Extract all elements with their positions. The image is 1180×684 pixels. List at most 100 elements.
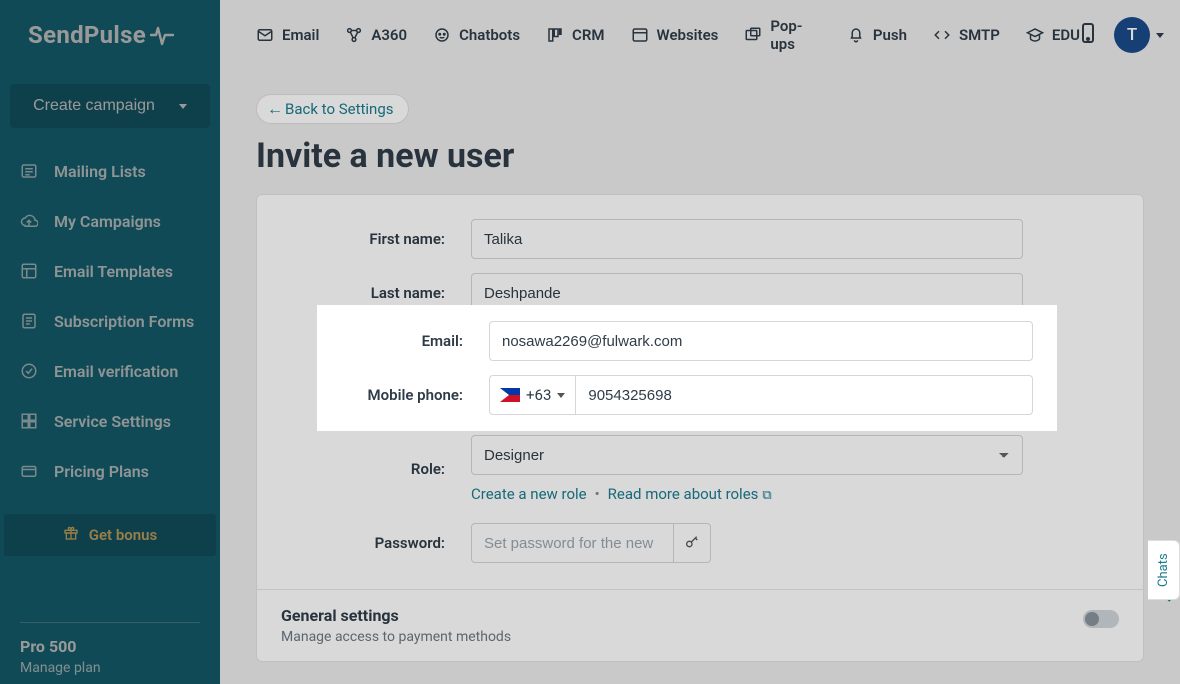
chatbot-icon xyxy=(433,26,451,44)
payment-access-toggle[interactable] xyxy=(1083,610,1119,628)
general-title: General settings xyxy=(281,606,511,625)
sidebar-item-label: Email Templates xyxy=(54,262,173,281)
sidebar-nav: Mailing Lists My Campaigns Email Templat… xyxy=(0,146,220,496)
first-name-label: First name: xyxy=(281,230,471,248)
gift-icon xyxy=(63,525,79,545)
nav-a360[interactable]: A360 xyxy=(345,26,407,44)
sidebar-item-mailing-lists[interactable]: Mailing Lists xyxy=(0,146,220,196)
template-icon xyxy=(20,262,38,280)
back-label: Back to Settings xyxy=(285,100,394,118)
plan-name: Pro 500 xyxy=(20,637,200,656)
sidebar-item-subscription-forms[interactable]: Subscription Forms xyxy=(0,296,220,346)
nav-email[interactable]: Email xyxy=(256,26,319,44)
nav-chatbots[interactable]: Chatbots xyxy=(433,26,520,44)
create-campaign-label: Create campaign xyxy=(33,97,155,115)
mail-icon xyxy=(256,26,274,44)
sidebar-item-email-templates[interactable]: Email Templates xyxy=(0,246,220,296)
sidebar-item-pricing-plans[interactable]: Pricing Plans xyxy=(0,446,220,496)
automation-icon xyxy=(345,26,363,44)
sidebar-item-label: Email verification xyxy=(54,362,178,381)
kanban-icon xyxy=(546,26,564,44)
nav-push[interactable]: Push xyxy=(847,26,907,44)
sidebar-item-label: Service Settings xyxy=(54,412,171,431)
general-sub: Manage access to payment methods xyxy=(281,629,511,645)
nav-label: SMTP xyxy=(959,26,1000,44)
flag-ph-icon xyxy=(500,388,520,402)
topbar: Email A360 Chatbots CRM Websites Pop-ups… xyxy=(220,0,1180,70)
nav-smtp[interactable]: SMTP xyxy=(933,26,1000,44)
sidebar-item-service-settings[interactable]: Service Settings xyxy=(0,396,220,446)
brand-name: SendPulse xyxy=(28,21,146,49)
create-campaign-button[interactable]: Create campaign xyxy=(10,84,210,128)
nav-label: CRM xyxy=(572,26,604,44)
device-icon[interactable] xyxy=(1080,22,1096,48)
top-nav: Email A360 Chatbots CRM Websites Pop-ups… xyxy=(256,17,1080,53)
password-input[interactable] xyxy=(471,523,674,563)
separator-dot: • xyxy=(595,485,600,503)
phone-code: +63 xyxy=(526,386,551,404)
key-icon xyxy=(684,534,700,553)
sidebar-item-label: Pricing Plans xyxy=(54,462,149,481)
role-label: Role: xyxy=(281,460,471,478)
nav-crm[interactable]: CRM xyxy=(546,26,604,44)
mobile-label: Mobile phone: xyxy=(341,386,489,404)
phone-country-selector[interactable]: +63 xyxy=(489,375,575,415)
pulse-icon xyxy=(150,24,174,46)
popup-icon xyxy=(744,26,762,44)
code-icon xyxy=(933,26,951,44)
nav-label: Chatbots xyxy=(459,26,520,44)
row-role: Role: Designer Create a new role • Read … xyxy=(257,435,1143,503)
get-bonus-button[interactable]: Get bonus xyxy=(4,514,216,556)
sidebar-item-label: My Campaigns xyxy=(54,212,161,231)
bell-icon xyxy=(847,26,865,44)
nav-label: EDU xyxy=(1052,26,1080,44)
role-select[interactable]: Designer xyxy=(471,435,1023,475)
sidebar-item-email-verification[interactable]: Email verification xyxy=(0,346,220,396)
check-circle-icon xyxy=(20,362,38,380)
password-label: Password: xyxy=(281,534,471,552)
form-icon xyxy=(20,312,38,330)
email-label: Email: xyxy=(341,332,489,350)
create-role-link[interactable]: Create a new role xyxy=(471,485,587,503)
brand-logo: SendPulse xyxy=(0,0,220,70)
row-email: Email: xyxy=(317,321,1057,361)
nav-popups[interactable]: Pop-ups xyxy=(744,17,821,53)
sidebar-item-label: Subscription Forms xyxy=(54,312,194,331)
sidebar-item-my-campaigns[interactable]: My Campaigns xyxy=(0,196,220,246)
bonus-label: Get bonus xyxy=(89,526,157,544)
row-password: Password: xyxy=(257,523,1143,563)
email-input[interactable] xyxy=(489,321,1033,361)
avatar: T xyxy=(1114,17,1150,53)
chats-tab[interactable]: Chats xyxy=(1148,540,1180,600)
nav-edu[interactable]: EDU xyxy=(1026,26,1080,44)
sidebar-item-label: Mailing Lists xyxy=(54,162,146,181)
generate-password-button[interactable] xyxy=(674,523,711,563)
chevron-down-icon xyxy=(179,104,187,109)
highlight-strip: Email: Mobile phone: +63 xyxy=(317,305,1057,431)
chevron-down-icon xyxy=(557,393,565,398)
row-mobile: Mobile phone: +63 xyxy=(317,375,1057,415)
external-link-icon: ⧉ xyxy=(762,488,771,503)
nav-label: Pop-ups xyxy=(770,17,821,53)
phone-input[interactable] xyxy=(575,375,1033,415)
read-more-roles-link[interactable]: Read more about roles⧉ xyxy=(608,485,772,503)
nav-label: Push xyxy=(873,26,907,44)
grid-icon xyxy=(20,412,38,430)
list-icon xyxy=(20,162,38,180)
account-menu[interactable]: T xyxy=(1114,17,1164,53)
nav-label: Websites xyxy=(657,26,719,44)
back-to-settings-link[interactable]: ←Back to Settings xyxy=(256,94,409,124)
graduation-icon xyxy=(1026,26,1044,44)
page-title: Invite a new user xyxy=(256,136,1144,176)
nav-websites[interactable]: Websites xyxy=(631,26,719,44)
first-name-input[interactable] xyxy=(471,219,1023,259)
row-first-name: First name: xyxy=(257,219,1143,259)
plan-block: Pro 500 Manage plan xyxy=(20,622,200,676)
last-name-label: Last name: xyxy=(281,284,471,302)
manage-plan-link[interactable]: Manage plan xyxy=(20,660,200,676)
topbar-right: T xyxy=(1080,17,1164,53)
nav-label: A360 xyxy=(371,26,407,44)
chats-label: Chats xyxy=(1156,553,1171,587)
read-more-label: Read more about roles xyxy=(608,485,759,503)
chevron-down-icon xyxy=(1156,33,1164,38)
